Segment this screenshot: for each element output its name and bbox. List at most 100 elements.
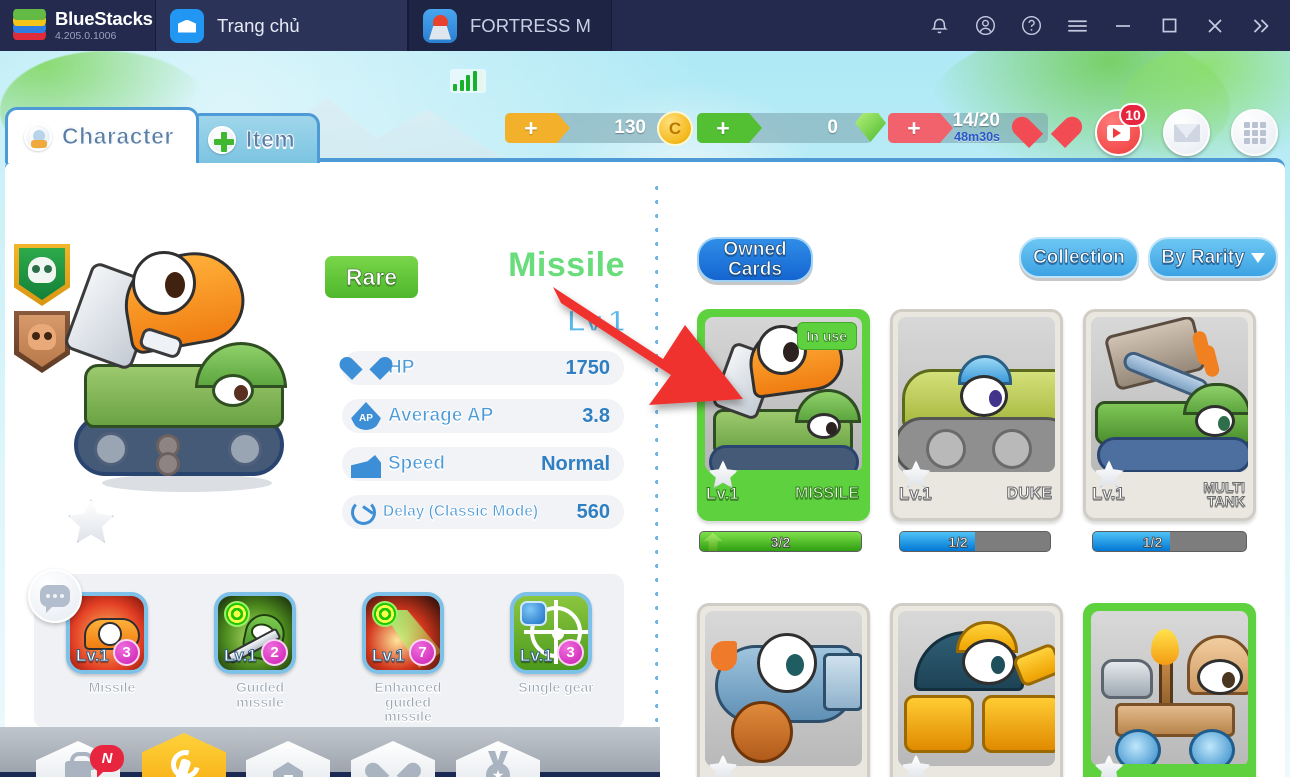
bluestacks-brand: BlueStacks 4.205.0.1006: [0, 0, 155, 51]
skill-name: Single gear: [518, 679, 594, 695]
plus-icon: +: [524, 114, 538, 141]
skill-slot[interactable]: Lv.1 3 Missile: [66, 592, 158, 695]
card-art: [1091, 317, 1248, 472]
grid-menu-button[interactable]: [1231, 109, 1278, 156]
medal-icon: ★: [486, 763, 510, 777]
by-rarity-label: By Rarity: [1161, 246, 1245, 268]
skull-icon: [28, 257, 56, 283]
expand-sidebar-button[interactable]: [1238, 0, 1284, 51]
flame-art: [711, 641, 737, 671]
home-house-icon: [273, 762, 303, 777]
flame-art: [1151, 629, 1179, 665]
eye-art: [1197, 659, 1243, 695]
card-star: [901, 460, 931, 488]
tab-character[interactable]: Character: [5, 107, 199, 163]
down-arrow-icon: [1250, 252, 1265, 263]
driver-eye-art: [807, 413, 841, 439]
game-hud: + 130 C + 0 + 14/20 48m30s 10: [0, 51, 1290, 156]
plus-item-icon: [207, 125, 236, 154]
gem-plus-button[interactable]: +: [697, 113, 762, 143]
nav-item-store[interactable]: N Store: [30, 741, 126, 777]
character-star: [68, 499, 114, 543]
video-camera-icon: [1107, 124, 1130, 141]
gold-currency[interactable]: + 130 C: [505, 111, 693, 146]
nav-item-event[interactable]: ★ Event: [450, 741, 546, 777]
skill-cost: 7: [409, 639, 436, 666]
maximize-button[interactable]: [1146, 0, 1192, 51]
store-new-badge: N: [90, 745, 124, 777]
card-cannon[interactable]: Lv.1 CANNON: [697, 603, 870, 777]
tab-home[interactable]: Trang chủ: [155, 0, 408, 51]
gem-currency[interactable]: + 0: [697, 113, 886, 143]
card-name: MULTI TANK: [1203, 478, 1246, 509]
nav-item-social[interactable]: Social: [345, 741, 441, 777]
driver-eye: [212, 374, 254, 407]
bluestacks-title: BlueStacks: [55, 7, 153, 29]
star-shape: [1094, 460, 1124, 488]
window-controls: [916, 0, 1290, 51]
minimize-button[interactable]: [1100, 0, 1146, 51]
speed-shoe-icon: [351, 455, 381, 478]
star-shape: [708, 460, 738, 488]
stat-row-average-ap: AP Average AP 3.8: [342, 399, 624, 433]
bluestacks-logo-icon: [13, 9, 46, 41]
card-catapult[interactable]: Lv.1 CATAPULT: [1083, 603, 1256, 777]
titlebar-spacer: [612, 0, 916, 51]
stat-row-speed: Speed Normal: [342, 447, 624, 481]
star-shape: [708, 754, 738, 777]
heart-plus-button[interactable]: +: [888, 113, 953, 143]
heart-currency[interactable]: + 14/20 48m30s: [888, 110, 1048, 144]
skill-level: Lv.1: [520, 646, 554, 666]
hp-heart-icon: [351, 354, 381, 382]
chat-button[interactable]: [28, 569, 82, 623]
help-icon[interactable]: [1008, 0, 1054, 51]
nav-item-inventory[interactable]: Inventory: [136, 733, 232, 777]
rarity-badge: Rare: [325, 256, 418, 298]
store-bag-icon: [65, 752, 94, 777]
skill-name: Enhanced guided missile: [374, 679, 442, 725]
stat-value: 3.8: [582, 404, 610, 427]
notification-bell-icon[interactable]: [916, 0, 962, 51]
heart-icon: [1028, 115, 1066, 149]
heart-icon: [378, 762, 408, 777]
card-duke[interactable]: Lv.1 DUKE: [890, 309, 1063, 521]
card-progress-multi-tank: 1/2: [1092, 531, 1247, 552]
chat-bubble-icon: [40, 585, 70, 613]
account-icon[interactable]: [962, 0, 1008, 51]
video-ad-badge: 10: [1119, 103, 1147, 127]
signal-bars-icon: [450, 69, 486, 93]
tab-item[interactable]: Item: [188, 113, 321, 163]
card-art: In use: [705, 317, 862, 472]
by-rarity-button[interactable]: By Rarity: [1148, 237, 1278, 278]
hamburger-menu-icon[interactable]: [1054, 0, 1100, 51]
card-star: [708, 460, 738, 488]
owned-cards-button[interactable]: Owned Cards: [697, 237, 813, 282]
star-shape: [68, 499, 114, 543]
panel-divider: [654, 181, 658, 753]
card-star: [708, 754, 738, 777]
video-ad-button[interactable]: 10: [1095, 103, 1147, 156]
heart-value: 14/20: [952, 110, 1000, 132]
stat-label: HP: [388, 357, 415, 379]
skill-slot[interactable]: Lv.1 7 Enhanced guided missile: [362, 592, 454, 724]
nav-hex-shape: ★: [456, 741, 540, 777]
card-multi-tank[interactable]: Lv.1 MULTI TANK: [1083, 309, 1256, 521]
collection-button[interactable]: Collection: [1019, 237, 1139, 278]
stat-label: Average AP: [388, 405, 494, 427]
gold-plus-button[interactable]: +: [505, 113, 570, 143]
nav-item-lobby[interactable]: Lobby: [240, 741, 336, 777]
tab-item-label: Item: [245, 126, 296, 153]
card-carrot[interactable]: Lv.1 CARROT: [890, 603, 1063, 777]
mail-button[interactable]: [1163, 109, 1210, 156]
card-art: [705, 611, 862, 766]
card-missile[interactable]: In use Lv.1 MISSILE: [697, 309, 870, 521]
skill-name: Missile: [88, 679, 136, 695]
skull-icon: [28, 324, 56, 350]
collection-label: Collection: [1033, 246, 1126, 268]
plus-icon: +: [907, 114, 921, 141]
close-button[interactable]: [1192, 0, 1238, 51]
skill-slot[interactable]: Lv.1 2 Guided missile: [214, 592, 306, 709]
skill-slot[interactable]: Lv.1 3 Single gear: [510, 592, 602, 695]
window-titlebar: BlueStacks 4.205.0.1006 Trang chủ FORTRE…: [0, 0, 1290, 51]
tab-fortress-m[interactable]: FORTRESS M: [408, 0, 612, 51]
